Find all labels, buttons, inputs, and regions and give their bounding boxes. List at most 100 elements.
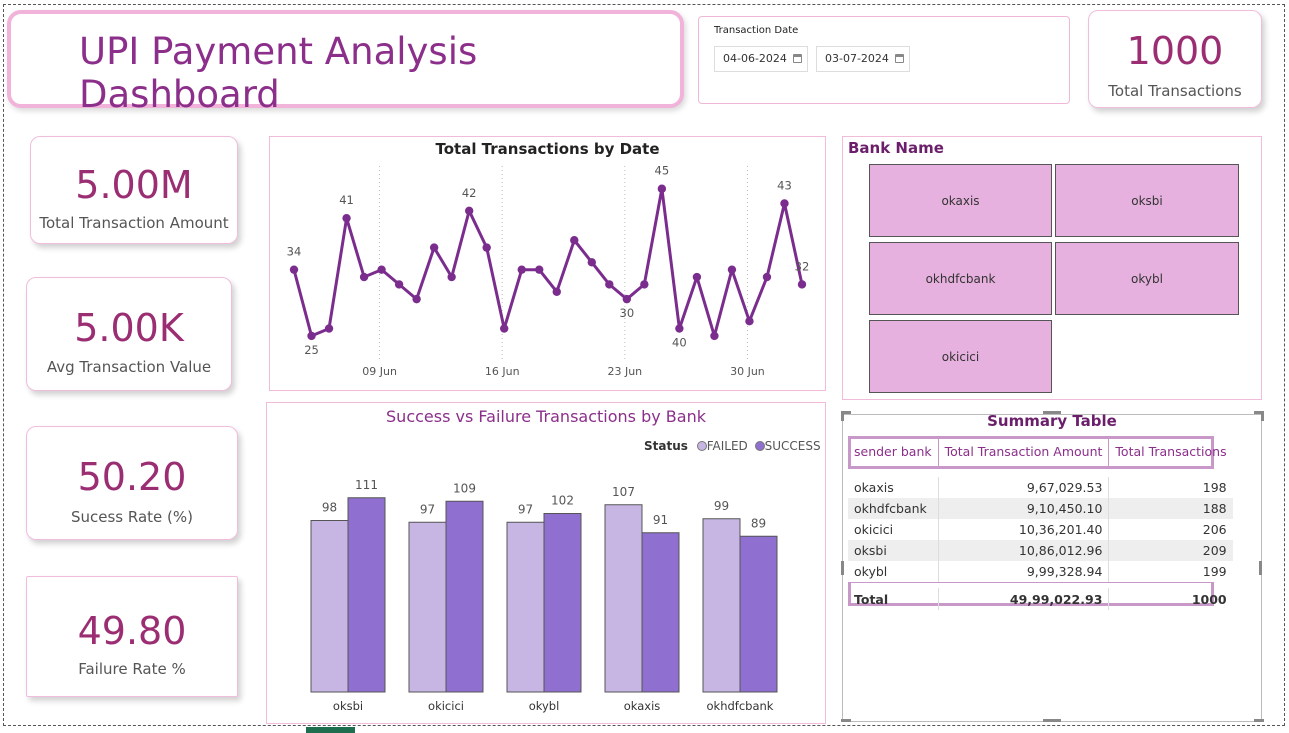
resize-handle[interactable]: [1259, 561, 1262, 575]
calendar-icon[interactable]: [793, 54, 802, 63]
x-category-label: okicici: [428, 699, 464, 713]
column-header[interactable]: sender bank: [848, 437, 939, 466]
data-label: 34: [287, 245, 302, 259]
kpi-total-amount-value: 5.00M: [75, 163, 193, 207]
data-point: [377, 265, 386, 274]
data-point: [289, 265, 299, 274]
bank-tile-okicici[interactable]: okicici: [869, 320, 1052, 393]
data-point: [605, 280, 614, 289]
table-row[interactable]: okhdfcbank 9,10,450.10 188: [848, 498, 1233, 519]
table-row[interactable]: oksbi 10,86,012.96 209: [848, 540, 1233, 561]
data-point: [745, 317, 754, 326]
cell-amount: 9,10,450.10: [938, 498, 1110, 519]
data-point: [517, 265, 526, 274]
cell-count: 209: [1202, 543, 1227, 558]
kpi-success-rate-label: Sucess Rate (%): [70, 508, 194, 526]
title-card: UPI Payment Analysis Dashboard: [7, 10, 684, 116]
kpi-failure-rate-label: Failure Rate %: [78, 660, 186, 678]
end-date-value: 03-07-2024: [825, 52, 889, 65]
data-point: [780, 199, 789, 208]
column-header[interactable]: Total Transactions: [1109, 437, 1233, 466]
x-category-label: okybl: [529, 699, 560, 713]
resize-handle[interactable]: [1043, 719, 1061, 722]
page-title: UPI Payment Analysis Dashboard: [79, 30, 478, 116]
data-label: 42: [462, 186, 477, 200]
table-row[interactable]: okybl 9,99,328.94 199: [848, 561, 1233, 582]
x-tick-label: 16 Jun: [485, 365, 520, 378]
resize-handle[interactable]: [841, 719, 851, 722]
column-header[interactable]: Total Transaction Amount: [938, 437, 1110, 466]
bar-success: [641, 532, 680, 693]
resize-handle[interactable]: [841, 561, 844, 575]
data-point: [482, 243, 491, 252]
bar-success: [445, 500, 484, 693]
table-row[interactable]: okicici 10,36,201.40 206: [848, 519, 1233, 540]
bar-data-label: 111: [355, 478, 378, 492]
start-date-value: 04-06-2024: [723, 52, 787, 65]
bar-data-label: 97: [420, 502, 435, 516]
bar-data-label: 109: [453, 481, 476, 495]
bank-tile-label: oksbi: [1131, 193, 1163, 208]
calendar-icon[interactable]: [895, 54, 904, 63]
cell-bank: oksbi: [848, 540, 939, 561]
x-category-label: okaxis: [624, 699, 661, 713]
page-tab-indicator[interactable]: [306, 727, 355, 733]
bar-failed: [702, 518, 741, 693]
kpi-total-transactions-label: Total Transactions: [1108, 82, 1242, 100]
kpi-failure-rate-value: 49.80: [77, 609, 187, 653]
date-filter: Transaction Date 04-06-2024 03-07-2024: [698, 16, 1070, 104]
bar-data-label: 89: [751, 516, 766, 530]
bar-data-label: 91: [653, 513, 668, 527]
total-amount: 49,99,022.93: [938, 588, 1110, 610]
data-point: [552, 287, 561, 296]
data-point: [394, 280, 404, 289]
summary-table: sender bank Total Transaction Amount Tot…: [848, 437, 1233, 610]
data-point: [324, 324, 334, 333]
bar-chart[interactable]: 98 111 oksbi 97 109 okicici 97 102 okybl 107 91 oka…: [266, 402, 826, 724]
data-point: [412, 294, 421, 304]
data-point: [797, 280, 807, 289]
start-date-input[interactable]: 04-06-2024: [714, 46, 808, 72]
data-point: [622, 294, 632, 304]
bank-tile-okaxis[interactable]: okaxis: [869, 164, 1052, 237]
cell-amount: 10,36,201.40: [938, 519, 1110, 540]
x-tick-label: 09 Jun: [362, 365, 397, 378]
end-date-input[interactable]: 03-07-2024: [816, 46, 910, 72]
data-point: [570, 236, 579, 245]
resize-handle[interactable]: [1261, 411, 1264, 421]
x-category-label: okhdfcbank: [707, 699, 774, 713]
kpi-success-rate: 50.20 Sucess Rate (%): [26, 426, 238, 540]
bank-slicer: Bank Name okaxis oksbi okhdfcbank okybl …: [842, 136, 1262, 400]
kpi-avg-value: 5.00K Avg Transaction Value: [26, 277, 232, 391]
data-point: [535, 265, 544, 274]
line-chart[interactable]: 09 Jun 16 Jun 23 Jun 30 Jun 34 25 41 42 30 45 40 43…: [269, 136, 826, 391]
bank-tile-okhdfcbank[interactable]: okhdfcbank: [869, 242, 1052, 315]
bank-tile-label: okhdfcbank: [925, 271, 996, 286]
series-line: [292, 187, 804, 338]
data-point: [692, 272, 702, 282]
data-point: [464, 206, 474, 215]
data-point: [657, 184, 667, 193]
bank-tile-okybl[interactable]: okybl: [1055, 242, 1239, 315]
bar-failed: [506, 521, 545, 693]
kpi-avg-value-value: 5.00K: [74, 306, 184, 350]
x-category-label: oksbi: [333, 699, 363, 713]
kpi-avg-value-label: Avg Transaction Value: [46, 358, 212, 376]
kpi-total-amount: 5.00M Total Transaction Amount: [30, 136, 238, 244]
cell-amount: 10,86,012.96: [938, 540, 1110, 561]
resize-handle[interactable]: [841, 411, 844, 421]
resize-handle[interactable]: [1254, 719, 1264, 722]
bank-slicer-title: Bank Name: [848, 139, 944, 157]
bar-success: [543, 513, 582, 693]
table-row[interactable]: okaxis 9,67,029.53 198: [848, 477, 1233, 498]
cell-count: 206: [1202, 522, 1227, 537]
data-point: [307, 331, 316, 341]
cell-amount: 9,99,328.94: [938, 561, 1110, 582]
bar-data-label: 98: [322, 501, 337, 515]
cell-bank: okhdfcbank: [848, 498, 939, 519]
data-label: 43: [777, 178, 792, 192]
bar-success: [347, 497, 386, 693]
total-count: 1000: [1191, 591, 1227, 607]
bank-tile-oksbi[interactable]: oksbi: [1055, 164, 1239, 237]
resize-handle[interactable]: [1043, 411, 1061, 414]
